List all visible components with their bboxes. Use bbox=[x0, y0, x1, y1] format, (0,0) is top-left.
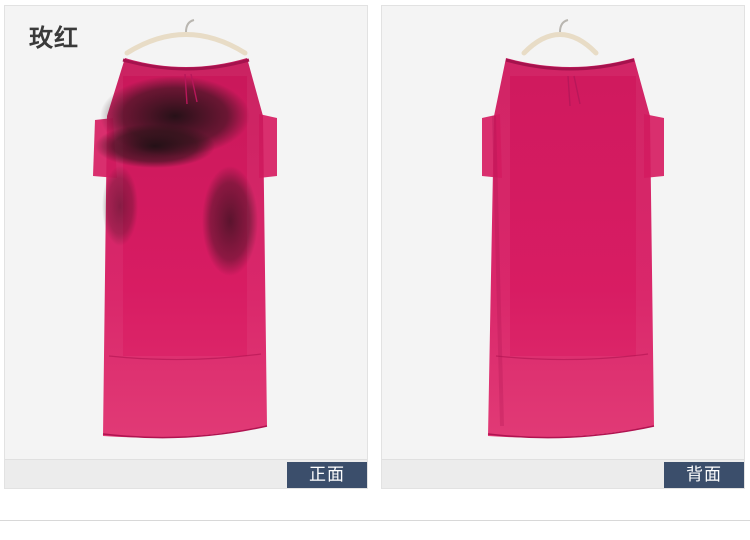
hanger-hook bbox=[559, 19, 569, 33]
back-label: 背面 bbox=[664, 462, 744, 488]
front-photo: 玫红 bbox=[5, 6, 367, 459]
hanger-hook bbox=[185, 19, 195, 33]
ink-print-right bbox=[202, 166, 258, 276]
dress-body bbox=[488, 58, 654, 438]
back-photo bbox=[382, 6, 744, 459]
product-view-back: 背面 bbox=[381, 5, 745, 489]
front-label: 正面 bbox=[287, 462, 367, 488]
color-title: 玫红 bbox=[29, 24, 79, 52]
ink-print-lower bbox=[95, 124, 215, 168]
back-dress-image bbox=[482, 19, 664, 439]
front-caption-strip: 正面 bbox=[5, 459, 367, 488]
bottom-divider bbox=[0, 520, 750, 521]
front-dress-image bbox=[93, 19, 277, 439]
product-view-front: 玫红 正面 bbox=[4, 5, 368, 489]
ink-print-left bbox=[102, 166, 138, 246]
hanger-bar bbox=[521, 32, 599, 56]
back-caption-strip: 背面 bbox=[382, 459, 744, 488]
hanger-bar bbox=[124, 32, 248, 56]
